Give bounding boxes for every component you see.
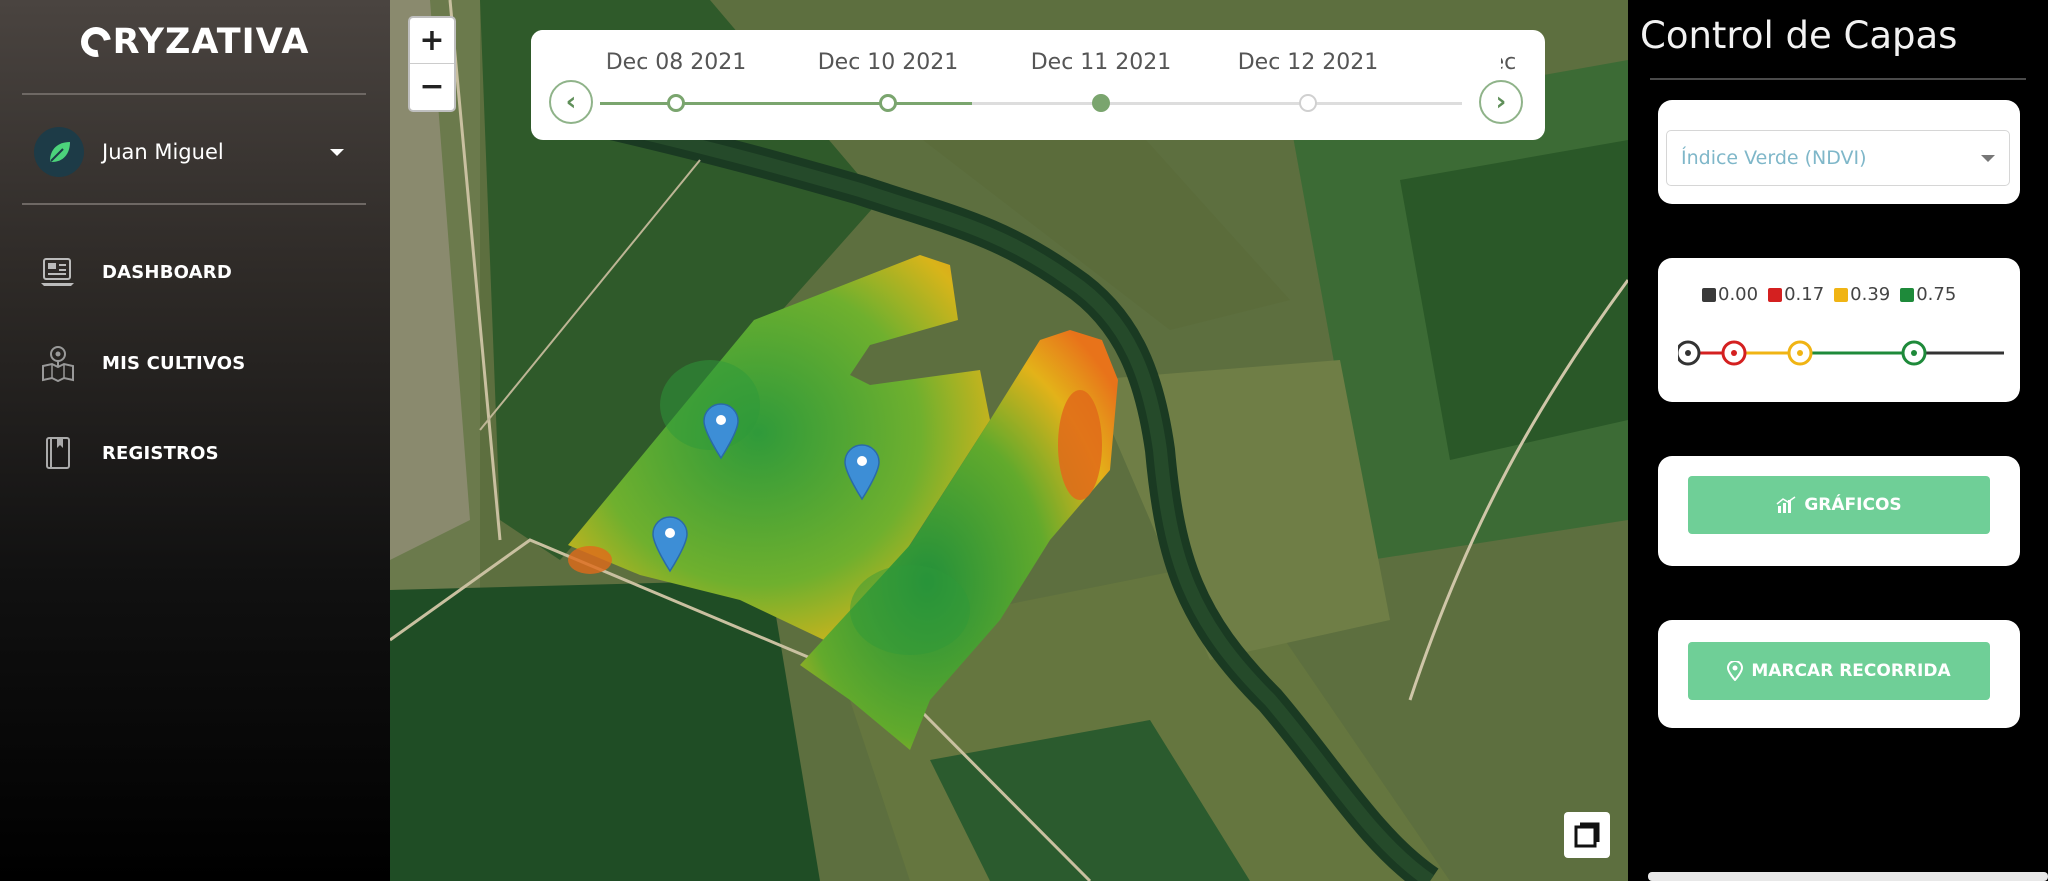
dashboard-icon bbox=[38, 252, 78, 292]
chevron-left-icon: ‹ bbox=[565, 87, 577, 117]
zoom-out-button[interactable]: − bbox=[410, 63, 454, 109]
ndvi-range-slider[interactable] bbox=[1678, 338, 2008, 368]
layer-select[interactable]: Índice Verde (NDVI) bbox=[1666, 130, 2010, 186]
timeline-point-selected[interactable] bbox=[1092, 94, 1110, 112]
legend-item: 0.00 bbox=[1702, 284, 1758, 305]
user-name: Juan Miguel bbox=[102, 140, 224, 164]
sidebar-item-label: DASHBOARD bbox=[102, 261, 232, 283]
logo-ring-icon bbox=[74, 21, 117, 63]
sidebar-item-label: REGISTROS bbox=[102, 442, 219, 464]
book-icon bbox=[38, 433, 78, 473]
layer-select-value: Índice Verde (NDVI) bbox=[1681, 147, 1867, 169]
layer-select-card: Índice Verde (NDVI) bbox=[1658, 100, 2020, 204]
layers-icon bbox=[1574, 822, 1600, 848]
charts-button-label: GRÁFICOS bbox=[1804, 495, 1902, 515]
avatar bbox=[34, 127, 84, 177]
ndvi-legend-card: 0.00 0.17 0.39 0.75 bbox=[1658, 258, 2020, 402]
layers-toggle-button[interactable] bbox=[1564, 812, 1610, 858]
timeline-date[interactable]: Dec 10 2021 bbox=[818, 50, 959, 75]
legend-swatch bbox=[1768, 287, 1783, 302]
logo-text: RYZATIVA bbox=[112, 22, 310, 62]
field-map-icon bbox=[38, 343, 78, 383]
timeline-fade bbox=[531, 30, 611, 74]
map-marker-icon[interactable] bbox=[843, 443, 881, 501]
map-marker-icon[interactable] bbox=[651, 515, 689, 573]
sidebar-divider bbox=[22, 203, 366, 205]
location-pin-icon bbox=[1727, 661, 1744, 681]
timeline-date-selected[interactable]: Dec 11 2021 bbox=[1031, 50, 1172, 75]
timeline-date[interactable]: Dec 08 2021 bbox=[606, 50, 747, 75]
chevron-down-icon bbox=[1981, 154, 1995, 162]
timeline-track-future bbox=[972, 102, 1462, 105]
sidebar-item-registros[interactable]: REGISTROS bbox=[38, 428, 358, 478]
zoom-control: + − bbox=[408, 16, 456, 112]
timeline-point[interactable] bbox=[1299, 94, 1317, 112]
leaf-icon bbox=[50, 142, 70, 162]
legend-value: 0.17 bbox=[1784, 284, 1825, 305]
legend-value: 0.75 bbox=[1916, 284, 1957, 305]
app-logo[interactable]: RYZATIVA bbox=[0, 21, 390, 63]
sidebar: RYZATIVA Juan Miguel DASHBOARD MIS CULTI… bbox=[0, 0, 390, 881]
legend-value: 0.39 bbox=[1850, 284, 1891, 305]
legend-value: 0.00 bbox=[1718, 284, 1759, 305]
charts-card: GRÁFICOS bbox=[1658, 456, 2020, 566]
timeline-next-button[interactable]: › bbox=[1479, 80, 1523, 124]
mark-route-button[interactable]: MARCAR RECORRIDA bbox=[1688, 642, 1990, 700]
chart-icon bbox=[1776, 496, 1796, 513]
satellite-map[interactable]: + − ‹ Dec 08 2021 Dec 10 2021 Dec 11 202… bbox=[390, 0, 1628, 881]
timeline-prev-button[interactable]: ‹ bbox=[549, 80, 593, 124]
legend-item: 0.75 bbox=[1900, 284, 1956, 305]
ndvi-legend: 0.00 0.17 0.39 0.75 bbox=[1702, 284, 1956, 305]
chevron-right-icon: › bbox=[1495, 87, 1507, 117]
legend-swatch bbox=[1702, 287, 1716, 302]
sidebar-item-label: MIS CULTIVOS bbox=[102, 352, 246, 374]
layer-control-panel: Control de Capas Índice Verde (NDVI) 0.0… bbox=[1628, 0, 2048, 881]
timeline-point[interactable] bbox=[879, 94, 897, 112]
route-card: MARCAR RECORRIDA bbox=[1658, 620, 2020, 728]
sidebar-divider bbox=[22, 93, 366, 95]
legend-item: 0.17 bbox=[1768, 284, 1824, 305]
date-timeline: ‹ Dec 08 2021 Dec 10 2021 Dec 11 2021 De… bbox=[531, 30, 1545, 140]
legend-item: 0.39 bbox=[1834, 284, 1890, 305]
legend-swatch bbox=[1834, 287, 1849, 302]
sidebar-item-mis-cultivos[interactable]: MIS CULTIVOS bbox=[38, 338, 358, 388]
timeline-point[interactable] bbox=[667, 94, 685, 112]
timeline-date[interactable]: Dec 12 2021 bbox=[1238, 50, 1379, 75]
legend-swatch bbox=[1900, 287, 1915, 302]
horizontal-scrollbar[interactable] bbox=[1648, 872, 2048, 881]
panel-title: Control de Capas bbox=[1640, 14, 1958, 57]
timeline-track-past bbox=[600, 102, 972, 105]
sidebar-item-dashboard[interactable]: DASHBOARD bbox=[38, 247, 358, 297]
chevron-down-icon[interactable] bbox=[330, 148, 344, 156]
zoom-in-button[interactable]: + bbox=[410, 18, 454, 63]
charts-button[interactable]: GRÁFICOS bbox=[1688, 476, 1990, 534]
mark-route-button-label: MARCAR RECORRIDA bbox=[1751, 661, 1951, 681]
user-menu[interactable]: Juan Miguel bbox=[34, 126, 354, 178]
map-marker-icon[interactable] bbox=[702, 402, 740, 460]
panel-divider bbox=[1650, 78, 2026, 80]
